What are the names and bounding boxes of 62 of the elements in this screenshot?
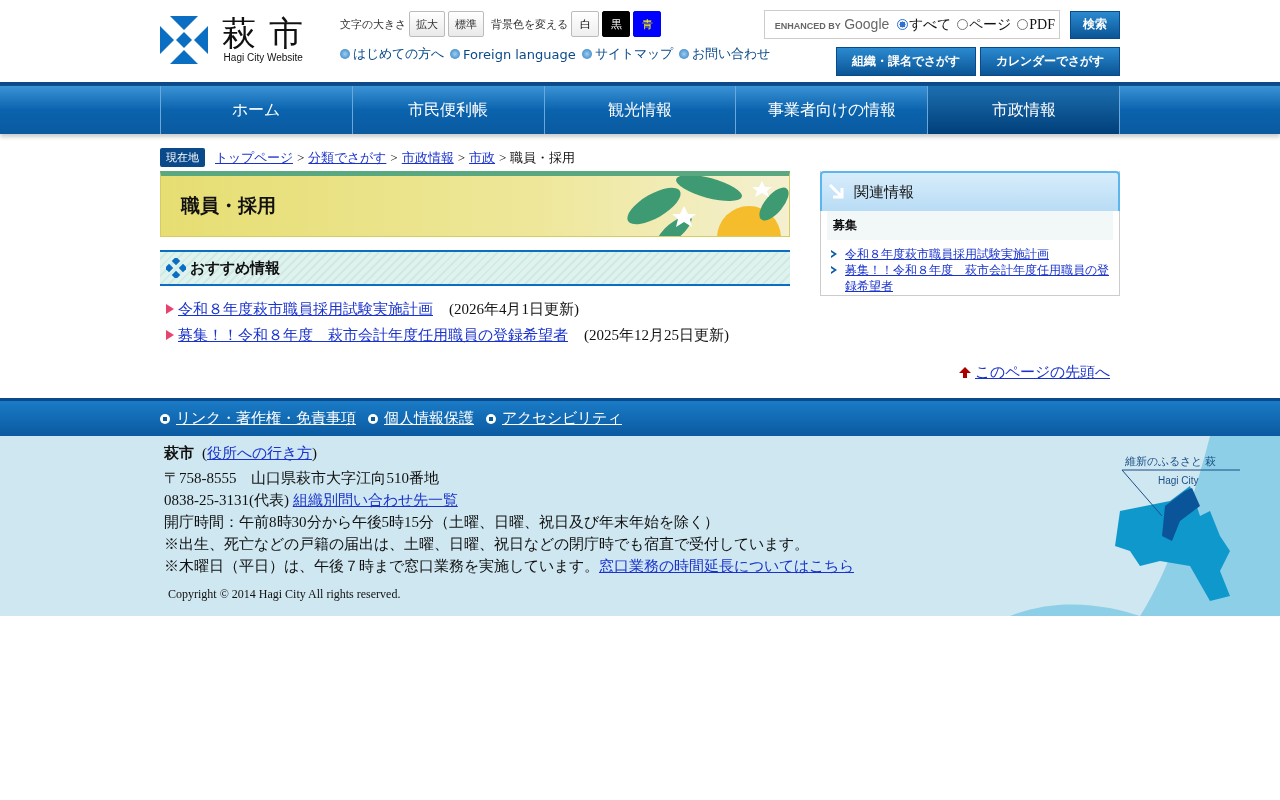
background-color-button[interactable]: 白 [571, 11, 599, 37]
section-heading: おすすめ情報 [190, 258, 280, 278]
extended-hours-link[interactable]: 窓口業務の時間延長についてはこちら [599, 558, 854, 574]
notice-text: ※出生、死亡などの戸籍の届出は、土曜、日曜、祝日などの閉庁時でも宿直で受付しています。 [164, 535, 810, 554]
phone-text: 0838-25-3131(代表) [164, 492, 289, 508]
font-size-label: 文字の大きさ [340, 16, 406, 32]
breadcrumb-link[interactable]: 市政情報 [401, 148, 454, 167]
breadcrumb-link[interactable]: 市政 [469, 148, 496, 167]
location-label: 現在地 [160, 148, 205, 167]
related-link[interactable]: 募集！！令和８年度 萩市会計年度任用職員の登録希望者 [845, 262, 1109, 294]
quick-link[interactable]: お問い合わせ [678, 45, 770, 63]
breadcrumb-separator: > [457, 149, 466, 166]
breadcrumb-link[interactable]: トップページ [215, 148, 293, 167]
breadcrumb-link[interactable]: 分類でさがす [308, 148, 387, 167]
paren-open: ( [202, 445, 207, 461]
quick-link[interactable]: はじめての方へ [340, 45, 444, 63]
related-link[interactable]: 令和８年度萩市職員採用試験実施計画 [845, 246, 1049, 262]
footer-link[interactable]: リンク・著作権・免責事項 [160, 409, 356, 428]
paren-close: ) [312, 445, 317, 461]
find-button[interactable]: 組織・課名でさがす [836, 47, 976, 76]
font-size-button[interactable]: 標準 [448, 11, 484, 37]
copyright-text: Copyright © 2014 Hagi City All rights reserved. [167, 586, 402, 603]
group-heading: 募集 [827, 211, 1113, 240]
quick-link[interactable]: サイトマップ [581, 45, 673, 63]
footer-link[interactable]: アクセシビリティ [486, 409, 622, 428]
background-color-label: 背景色を変える [491, 16, 568, 32]
update-date: (2025年12月25日更新) [584, 325, 729, 345]
logo-text: 萩 市 [222, 16, 305, 52]
nav-tab[interactable]: 市政情報 [927, 86, 1120, 134]
address-text: 〒758-8555 山口県萩市大字江向510番地 [164, 469, 440, 488]
panel-heading: 関連情報 [854, 182, 914, 202]
map-caption: 維新のふるさと 萩 [1125, 455, 1216, 467]
breadcrumb-separator: > [499, 149, 507, 166]
search-field[interactable]: ENHANCED BY Google すべて ページ PDF [763, 10, 1060, 39]
update-date: (2026年4月1日更新) [449, 299, 579, 319]
quick-link[interactable]: Foreign language [450, 46, 576, 62]
nav-tab[interactable]: ホーム [160, 86, 352, 134]
page-title: 職員・採用 [181, 193, 276, 218]
article-link[interactable]: 令和８年度萩市職員採用試験実施計画 [178, 299, 433, 319]
scope-label: ページ [969, 15, 1012, 34]
logo-subtitle: Hagi City Website [223, 52, 303, 63]
background-color-button[interactable]: 青 [633, 11, 661, 37]
breadcrumb-current: 職員・採用 [510, 148, 576, 167]
background-color-button[interactable]: 黒 [602, 11, 630, 37]
notice-text: ※木曜日（平日）は、午後７時まで窓口業務を実施しています。 [164, 558, 599, 574]
page-top-link[interactable]: このページの先頭へ [975, 362, 1110, 382]
breadcrumb-separator: > [390, 149, 398, 166]
scope-label: すべて [909, 15, 952, 34]
hours-text: 開庁時間：午前8時30分から午後5時15分（土曜、日曜、祝日及び年末年始を除く） [164, 513, 720, 532]
font-size-button[interactable]: 拡大 [409, 11, 445, 37]
contact-list-link[interactable]: 組織別問い合わせ先一覧 [292, 492, 458, 508]
org-name: 萩市 [164, 445, 194, 461]
footer-link[interactable]: 個人情報保護 [368, 409, 474, 428]
nav-tab[interactable]: 市民便利帳 [351, 86, 544, 134]
nav-tab[interactable]: 観光情報 [543, 86, 736, 134]
search-button[interactable]: 検索 [1070, 10, 1120, 39]
find-button[interactable]: カレンダーでさがす [980, 47, 1120, 76]
scope-label: PDF [1029, 16, 1055, 33]
article-link[interactable]: 募集！！令和８年度 萩市会計年度任用職員の登録希望者 [178, 325, 568, 345]
map-subcaption: Hagi City [1158, 475, 1199, 486]
breadcrumb-separator: > [297, 149, 305, 166]
access-link[interactable]: 役所への行き方 [207, 445, 312, 461]
